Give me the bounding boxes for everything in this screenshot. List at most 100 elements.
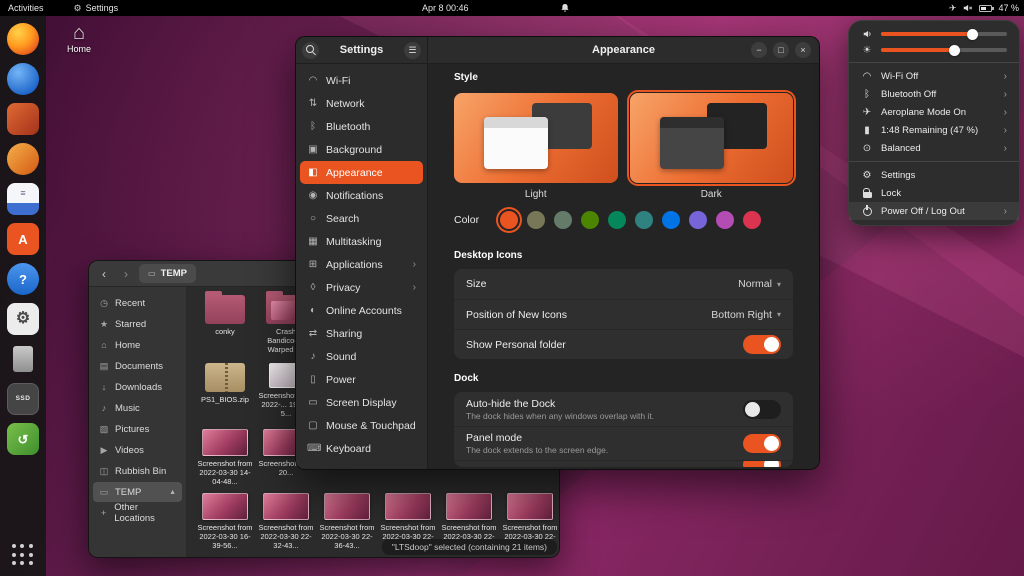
volume-slider[interactable] [881, 32, 1007, 36]
files-sidebar-item[interactable]: ▤ Documents ▲ [93, 356, 182, 376]
settings-sidebar-item[interactable]: ◧ Appearance › [300, 161, 423, 184]
search-button[interactable] [302, 42, 319, 59]
accent-color-swatch[interactable] [743, 211, 761, 229]
dock-item[interactable] [4, 141, 42, 177]
accent-color-swatch[interactable] [608, 211, 626, 229]
accent-color-swatch[interactable] [527, 211, 545, 229]
files-sidebar-item[interactable]: + Other Locations ▲ [93, 503, 182, 523]
size-row[interactable]: Size Normal ▾ [454, 269, 793, 299]
accent-color-swatch[interactable] [554, 211, 572, 229]
position-dropdown[interactable]: Bottom Right ▾ [711, 309, 781, 321]
settings-sidebar-item[interactable]: ⊞ Applications › [300, 253, 423, 276]
file-item[interactable]: conky [196, 295, 254, 336]
accent-color-swatch[interactable] [635, 211, 653, 229]
dock-item[interactable]: ≡ [4, 181, 42, 217]
power-off-menu-item[interactable]: Power Off / Log Out › [849, 202, 1019, 220]
file-item[interactable]: Screenshot from 2022-03-30 22-36-43... [318, 493, 376, 550]
file-item[interactable]: Screenshot from 2022-03-30 22-32-43... [257, 493, 315, 550]
location-button[interactable]: ▭ TEMP [139, 264, 196, 283]
dock-item[interactable]: A [4, 221, 42, 257]
files-sidebar-item[interactable]: ↓ Downloads ▲ [93, 377, 182, 397]
accent-color-swatch[interactable] [500, 211, 518, 229]
brightness-slider[interactable] [881, 48, 1007, 52]
image-thumbnail-icon [202, 429, 248, 456]
settings-sidebar-item[interactable]: ◠ Wi-Fi › [300, 69, 423, 92]
size-dropdown[interactable]: Normal ▾ [738, 278, 781, 290]
settings-sidebar-item[interactable]: ▭ Screen Display › [300, 391, 423, 414]
settings-sidebar-item[interactable]: ◊ Privacy › [300, 276, 423, 299]
settings-sidebar-item[interactable]: ▣ Background › [300, 138, 423, 161]
style-option-dark[interactable] [630, 93, 794, 183]
settings-sidebar-item[interactable]: ◉ Notifications › [300, 184, 423, 207]
files-sidebar-item[interactable]: ◷ Recent ▲ [93, 293, 182, 313]
desktop-icons-card: Size Normal ▾ Position of New Icons Bott… [454, 269, 793, 359]
dock-item[interactable] [4, 61, 42, 97]
forward-button[interactable]: › [117, 265, 135, 283]
settings-sidebar-item[interactable]: ⇅ Network › [300, 92, 423, 115]
autohide-dock-toggle[interactable] [743, 400, 781, 419]
dock-item[interactable] [4, 101, 42, 137]
clock-button[interactable]: Apr 8 00:46 [422, 0, 469, 16]
lock-menu-item[interactable]: Lock [849, 184, 1019, 202]
accent-color-swatch[interactable] [662, 211, 680, 229]
file-item[interactable]: PS1_BIOS.zip [196, 363, 254, 404]
settings-menu-item[interactable]: ⚙ Settings [849, 166, 1019, 184]
close-button[interactable]: × [795, 42, 811, 58]
file-name: Screenshot from 2022-03-30 16-39-56... [196, 523, 254, 550]
files-sidebar-item[interactable]: ♪ Music ▲ [93, 398, 182, 418]
files-sidebar-item[interactable]: ◫ Rubbish Bin ▲ [93, 461, 182, 481]
settings-sidebar-item[interactable]: ᛒ Bluetooth › [300, 115, 423, 138]
files-sidebar-item[interactable]: ▶ Videos ▲ [93, 440, 182, 460]
settings-sidebar-item[interactable]: ♪ Sound › [300, 345, 423, 368]
focused-app-menu[interactable]: ⚙ Settings [74, 3, 119, 14]
menu-button[interactable]: ☰ [404, 42, 421, 59]
files-sidebar-item[interactable]: ⌂ Home ▲ [93, 335, 182, 355]
show-applications-button[interactable] [12, 544, 35, 567]
file-item[interactable]: Screenshot from 2022-03-30 16-39-56... [196, 493, 254, 550]
clipped-toggle[interactable] [743, 460, 781, 467]
eject-icon[interactable]: ▲ [169, 489, 176, 496]
quick-settings-item[interactable]: ◠ Wi-Fi Off › [849, 67, 1019, 85]
maximize-button[interactable]: □ [773, 42, 789, 58]
accent-color-swatch[interactable] [689, 211, 707, 229]
quick-settings-item[interactable]: ✈ Aeroplane Mode On › [849, 103, 1019, 121]
dock-item[interactable] [4, 21, 42, 57]
lock-menu-label: Lock [881, 188, 901, 199]
style-option-light[interactable] [454, 93, 618, 183]
dock-item[interactable]: ⚙ [4, 301, 42, 337]
dock-item[interactable] [4, 341, 42, 377]
dock-item[interactable]: SSD [4, 381, 42, 417]
quick-settings-item[interactable]: ▮ 1:48 Remaining (47 %) › [849, 121, 1019, 139]
settings-sidebar-item[interactable]: ⌨ Keyboard › [300, 437, 423, 460]
files-sidebar-item[interactable]: ▭ TEMP ▲ [93, 482, 182, 502]
settings-sidebar-item[interactable]: ◐ Online Accounts › [300, 299, 423, 322]
file-name: conky [196, 327, 254, 336]
accent-color-swatch[interactable] [581, 211, 599, 229]
position-row[interactable]: Position of New Icons Bottom Right ▾ [454, 299, 793, 329]
dock-item[interactable]: ↺ [4, 421, 42, 457]
quick-settings-item[interactable]: ᛒ Bluetooth Off › [849, 85, 1019, 103]
minimize-button[interactable]: − [751, 42, 767, 58]
files-sidebar-item[interactable]: ▨ Pictures ▲ [93, 419, 182, 439]
brightness-slider-knob[interactable] [949, 45, 960, 56]
system-status-area[interactable]: ✈ 47 % [949, 0, 1019, 16]
settings-sidebar-item[interactable]: ▯ Power › [300, 368, 423, 391]
accent-color-swatch[interactable] [716, 211, 734, 229]
folder-thumbnail-icon [205, 295, 245, 324]
volume-slider-knob[interactable] [967, 29, 978, 40]
desktop-home-icon[interactable]: ⌂ Home [58, 23, 100, 54]
settings-sidebar-item[interactable]: ⇄ Sharing › [300, 322, 423, 345]
files-sidebar-item[interactable]: ★ Starred ▲ [93, 314, 182, 334]
settings-sidebar-item[interactable]: ○ Search › [300, 207, 423, 230]
settings-sidebar-item[interactable]: ▦ Multitasking › [300, 230, 423, 253]
activities-button[interactable]: Activities [8, 3, 44, 13]
quick-settings-item[interactable]: ⊙ Balanced › [849, 139, 1019, 157]
file-item[interactable]: Screenshot from 2022-03-30 14-04-48... [196, 429, 254, 486]
show-personal-folder-toggle[interactable] [743, 335, 781, 354]
panel-mode-toggle[interactable] [743, 434, 781, 453]
settings-sidebar-item[interactable]: ▢ Mouse & Touchpad › [300, 414, 423, 437]
dock-item[interactable]: ? [4, 261, 42, 297]
back-button[interactable]: ‹ [95, 265, 113, 283]
notification-bell-icon[interactable] [560, 0, 570, 16]
chevron-right-icon: › [1004, 107, 1007, 118]
